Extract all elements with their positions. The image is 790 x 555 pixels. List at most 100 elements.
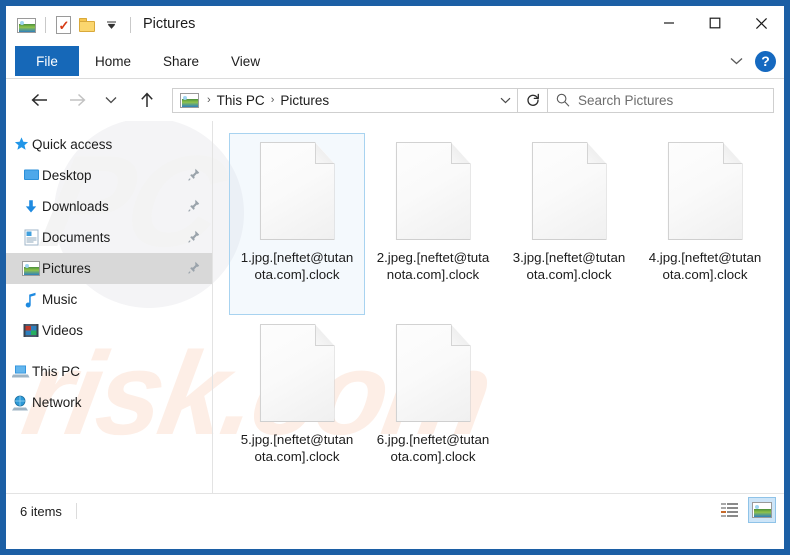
- quick-access-toolbar: ✓: [15, 12, 137, 38]
- network-icon: [12, 394, 30, 412]
- minimize-button[interactable]: [646, 6, 692, 40]
- ribbon-tab-bar: File Home Share View ?: [6, 46, 784, 79]
- back-button[interactable]: [26, 87, 52, 113]
- sidebar-label-this-pc: This PC: [32, 364, 81, 379]
- sidebar-item-pictures[interactable]: Pictures: [6, 253, 212, 284]
- download-icon: [22, 198, 40, 216]
- address-dropdown-icon[interactable]: [493, 89, 517, 112]
- blank-file-icon: [531, 142, 607, 240]
- pin-icon[interactable]: [188, 261, 200, 277]
- tab-share[interactable]: Share: [147, 46, 215, 76]
- address-bar-row: › This PC › Pictures Search Pictures: [6, 79, 784, 121]
- file-name-label: 5.jpg.[neftet@tutanota.com].clock: [240, 432, 354, 464]
- sidebar-item-desktop[interactable]: Desktop: [6, 160, 212, 191]
- star-icon: [12, 136, 30, 154]
- picture-icon[interactable]: [15, 14, 37, 36]
- file-item[interactable]: 1.jpg.[neftet@tutanota.com].clock: [229, 133, 365, 315]
- music-icon: [22, 291, 40, 309]
- help-button[interactable]: ?: [755, 50, 776, 72]
- forward-button[interactable]: [64, 87, 90, 113]
- up-button[interactable]: [134, 87, 160, 113]
- sidebar-item-network[interactable]: Network: [6, 387, 212, 418]
- pin-icon[interactable]: [188, 199, 200, 215]
- tab-home[interactable]: Home: [79, 46, 147, 76]
- file-item[interactable]: 6.jpg.[neftet@tutanota.com].clock: [365, 315, 501, 497]
- file-list-pane[interactable]: 1.jpg.[neftet@tutanota.com].clock 2.jpeg…: [213, 121, 784, 493]
- pin-icon[interactable]: [188, 230, 200, 246]
- properties-icon[interactable]: ✓: [52, 14, 74, 36]
- close-button[interactable]: [738, 6, 784, 40]
- file-explorer-window: PCrisk PC risk.com ✓ Pictures: [0, 0, 790, 555]
- chevron-down-icon[interactable]: [725, 50, 747, 72]
- pin-icon[interactable]: [188, 168, 200, 184]
- file-name-label: 1.jpg.[neftet@tutanota.com].clock: [240, 250, 354, 282]
- details-view-button[interactable]: [716, 497, 744, 523]
- file-name-label: 3.jpg.[neftet@tutanota.com].clock: [512, 250, 626, 282]
- file-item[interactable]: 5.jpg.[neftet@tutanota.com].clock: [229, 315, 365, 497]
- status-bar: 6 items: [6, 493, 784, 528]
- file-grid: 1.jpg.[neftet@tutanota.com].clock 2.jpeg…: [229, 133, 784, 497]
- documents-icon: [22, 229, 40, 247]
- breadcrumb: › This PC › Pictures: [173, 92, 493, 108]
- pictures-icon: [22, 260, 40, 278]
- window-title: Pictures: [143, 16, 196, 32]
- search-input[interactable]: Search Pictures: [578, 93, 673, 108]
- desktop-icon: [22, 167, 40, 185]
- navigation-pane: Quick access Desktop Downloads Documents…: [6, 121, 213, 493]
- blank-file-icon: [259, 324, 335, 422]
- sidebar-label-music: Music: [42, 292, 78, 307]
- address-bar[interactable]: › This PC › Pictures: [172, 87, 518, 113]
- customize-caret-icon[interactable]: [100, 14, 122, 36]
- view-mode-buttons: [716, 497, 776, 523]
- large-icons-view-button[interactable]: [748, 497, 776, 523]
- explorer-body: Quick access Desktop Downloads Documents…: [6, 121, 784, 493]
- file-name-label: 2.jpeg.[neftet@tutanota.com].clock: [376, 250, 490, 282]
- sidebar-label-documents: Documents: [42, 230, 111, 245]
- sidebar-label-downloads: Downloads: [42, 199, 109, 214]
- sidebar-label-quick-access: Quick access: [32, 137, 113, 152]
- new-folder-icon[interactable]: [76, 14, 98, 36]
- maximize-button[interactable]: [692, 6, 738, 40]
- breadcrumb-separator-1: ›: [270, 94, 275, 106]
- blank-file-icon: [395, 324, 471, 422]
- breadcrumb-pictures-icon[interactable]: [180, 92, 199, 108]
- blank-file-icon: [395, 142, 471, 240]
- large-icons-view-icon: [752, 502, 772, 518]
- search-box[interactable]: Search Pictures: [548, 87, 774, 113]
- sidebar-item-downloads[interactable]: Downloads: [6, 191, 212, 222]
- sidebar-label-pictures: Pictures: [42, 261, 91, 276]
- file-name-label: 4.jpg.[neftet@tutanota.com].clock: [648, 250, 762, 282]
- sidebar-label-desktop: Desktop: [42, 168, 92, 183]
- refresh-button[interactable]: [518, 87, 548, 113]
- breadcrumb-separator-0: ›: [207, 94, 211, 106]
- window-controls: [646, 6, 784, 40]
- status-divider: [75, 503, 77, 519]
- sidebar-label-network: Network: [32, 395, 82, 410]
- title-bar: ✓ Pictures: [6, 6, 784, 46]
- this-pc-icon: [12, 363, 30, 381]
- search-icon: [548, 93, 578, 107]
- ribbon-tabs: File Home Share View: [15, 46, 276, 76]
- breadcrumb-item-pictures[interactable]: Pictures: [280, 93, 329, 108]
- item-count-label: 6 items: [20, 503, 62, 519]
- sidebar-item-videos[interactable]: Videos: [6, 315, 212, 346]
- breadcrumb-item-this-pc[interactable]: This PC: [217, 93, 265, 108]
- toolbar-divider: [45, 17, 46, 33]
- file-item[interactable]: 4.jpg.[neftet@tutanota.com].clock: [637, 133, 773, 315]
- details-view-icon: [721, 503, 739, 517]
- file-item[interactable]: 3.jpg.[neftet@tutanota.com].clock: [501, 133, 637, 315]
- videos-icon: [22, 322, 40, 340]
- file-item[interactable]: 2.jpeg.[neftet@tutanota.com].clock: [365, 133, 501, 315]
- sidebar-item-music[interactable]: Music: [6, 284, 212, 315]
- sidebar-item-documents[interactable]: Documents: [6, 222, 212, 253]
- ribbon-right-controls: ?: [725, 50, 776, 72]
- sidebar-item-quick-access[interactable]: Quick access: [6, 129, 212, 160]
- blank-file-icon: [667, 142, 743, 240]
- tab-file[interactable]: File: [15, 46, 79, 76]
- file-name-label: 6.jpg.[neftet@tutanota.com].clock: [376, 432, 490, 464]
- sidebar-item-this-pc[interactable]: This PC: [6, 356, 212, 387]
- recent-locations-icon[interactable]: [98, 87, 124, 113]
- window-inner: PCrisk PC risk.com ✓ Pictures: [6, 6, 784, 549]
- tab-view[interactable]: View: [215, 46, 276, 76]
